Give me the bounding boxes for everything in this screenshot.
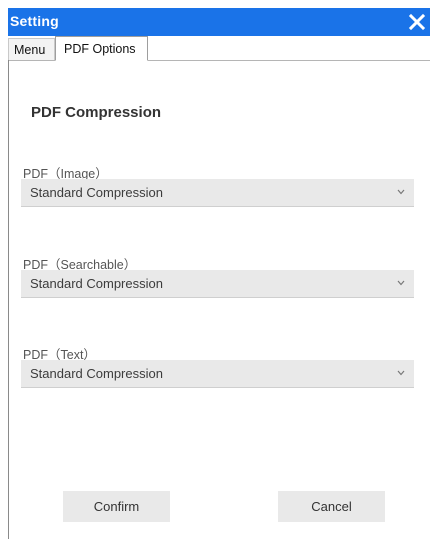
title-bar: Setting — [8, 8, 430, 36]
chevron-down-icon — [397, 370, 405, 376]
tab-pdf-options[interactable]: PDF Options — [55, 36, 148, 61]
close-icon — [408, 13, 426, 31]
panel-left-border — [8, 60, 9, 539]
pdf-text-select-value: Standard Compression — [30, 366, 163, 381]
pdf-image-select-value: Standard Compression — [30, 185, 163, 200]
tab-menu-label: Menu — [14, 43, 46, 57]
chevron-down-icon — [397, 189, 405, 195]
pdf-searchable-select-value: Standard Compression — [30, 276, 163, 291]
cancel-button[interactable]: Cancel — [278, 491, 385, 522]
dialog-title: Setting — [10, 13, 59, 29]
settings-dialog: Setting Menu PDF Options PDF Compression… — [0, 0, 430, 539]
pdf-searchable-select[interactable]: Standard Compression — [21, 270, 414, 298]
pdf-image-select[interactable]: Standard Compression — [21, 179, 414, 207]
close-button[interactable] — [408, 11, 426, 33]
chevron-down-icon — [397, 280, 405, 286]
section-title: PDF Compression — [31, 104, 162, 121]
tab-pdf-options-label: PDF Options — [64, 42, 136, 56]
pdf-text-select[interactable]: Standard Compression — [21, 360, 414, 388]
confirm-button[interactable]: Confirm — [63, 491, 170, 522]
tab-strip: Menu PDF Options — [8, 36, 430, 61]
tab-menu[interactable]: Menu — [8, 38, 55, 60]
